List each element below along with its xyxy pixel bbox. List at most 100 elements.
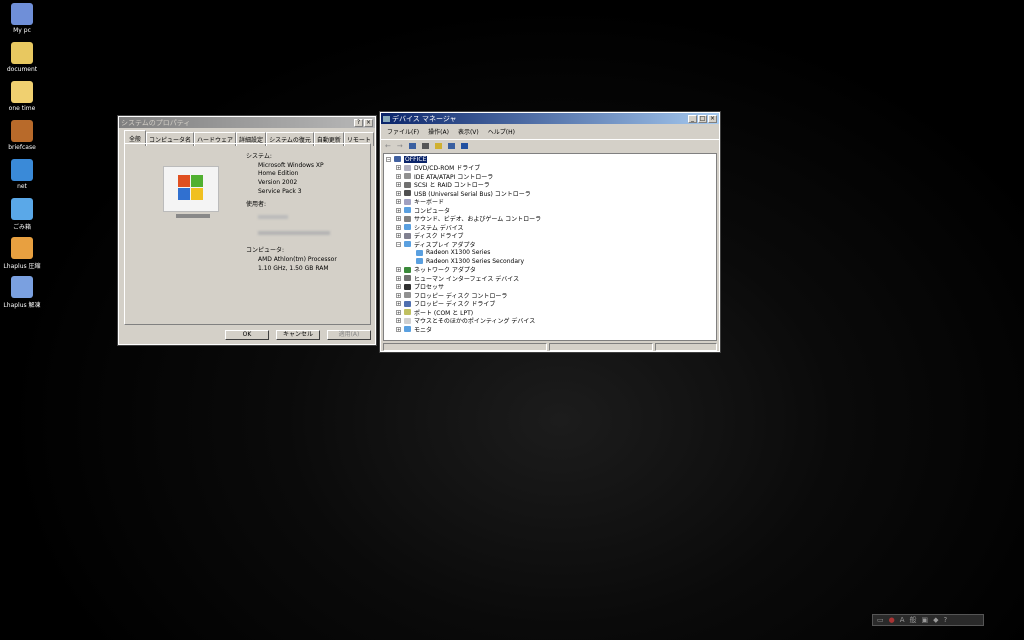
device-category-icon [404,292,411,298]
title-bar[interactable]: デバイス マネージャ _ □ × [381,113,719,124]
close-button[interactable]: × [708,114,717,123]
device-category[interactable]: − ディスプレイ アダプタ [396,240,476,249]
device-category[interactable]: + マウスとそのほかのポインティング デバイス [396,317,535,325]
status-bar [383,343,717,351]
device-category[interactable]: + ディスク ドライブ [396,232,464,240]
collapse-icon[interactable]: − [396,241,401,247]
device-category[interactable]: + コンピュータ [396,206,450,215]
back-icon[interactable]: ← [385,142,391,150]
expand-icon[interactable]: + [396,199,401,204]
computer-info-line: 1.10 GHz, 1.50 GB RAM [258,264,329,272]
menu-item[interactable]: 操作(A) [428,127,449,136]
device-category[interactable]: + ネットワーク アダプタ [396,266,476,274]
expand-icon[interactable]: + [396,284,401,289]
expand-icon[interactable]: + [396,207,401,213]
device-category-icon [404,224,411,230]
desktop-icon[interactable]: Lhaplus 圧縮 [0,237,44,270]
device-category[interactable]: + USB (Universal Serial Bus) コントローラ [396,189,531,198]
device-item[interactable]: Radeon X1300 Series Secondary [416,257,524,265]
desktop-icon-label: Lhaplus 圧縮 [3,263,41,270]
ime-icon[interactable]: ● [889,616,895,624]
expand-icon[interactable]: + [396,301,401,306]
properties-icon[interactable] [408,143,416,149]
expand-icon[interactable]: + [396,182,401,187]
device-item[interactable]: Radeon X1300 Series [416,249,490,257]
title-bar[interactable]: システムのプロパティ ? × [119,117,375,128]
device-category[interactable]: + フロッピー ディスク コントローラ [396,291,507,300]
device-category-icon [404,317,411,324]
device-category[interactable]: + フロッピー ディスク ドライブ [396,300,495,308]
maximize-button[interactable]: □ [698,114,707,123]
expand-icon[interactable]: + [396,326,401,332]
device-category[interactable]: + ポート (COM と LPT) [396,308,473,317]
desktop-icon[interactable]: briefcase [0,120,44,151]
device-category[interactable]: + プロセッサ [396,283,444,291]
window-title: システムのプロパティ [121,118,191,127]
language-bar[interactable]: ▭ ● A 般 ▣ ◆? [872,614,984,626]
help-icon[interactable] [434,143,442,149]
device-category[interactable]: + SCSI と RAID コントローラ [396,181,490,189]
tools-icon[interactable]: ◆ [933,616,938,624]
device-category-icon [404,266,411,273]
device-category[interactable]: + キーボード [396,198,444,206]
menu-item[interactable]: ファイル(F) [387,127,419,136]
product-id-blurred [258,231,330,236]
expand-icon[interactable]: + [396,216,401,221]
device-category[interactable]: + ヒューマン インターフェイス デバイス [396,274,519,283]
expand-icon[interactable]: + [396,233,401,238]
scan-hardware-icon[interactable] [460,143,468,149]
device-category-icon [404,198,411,205]
device-category-icon [404,164,411,171]
system-info-line: Microsoft Windows XP [258,161,324,169]
expand-icon[interactable]: + [396,224,401,230]
keyboard-icon[interactable]: ▭ [877,616,884,624]
computer-icon [11,3,33,25]
collapse-icon[interactable]: − [386,156,391,162]
tree-root[interactable]: − OFFICE [386,155,428,163]
device-category[interactable]: + システム デバイス [396,223,464,232]
briefcase-icon [11,120,33,142]
desktop-icon[interactable]: Lhaplus 解凍 [0,276,44,309]
print-icon[interactable] [421,143,429,149]
input-mode-icon[interactable]: A [900,616,905,624]
expand-icon[interactable]: + [396,173,401,179]
expand-icon[interactable]: + [396,318,401,323]
minimize-button[interactable]: _ [688,114,697,123]
desktop-icon[interactable]: ごみ箱 [0,198,44,231]
expand-icon[interactable]: + [396,275,401,281]
desktop-icon[interactable]: document [0,42,44,73]
windows-xp-logo [163,166,219,218]
cancel-button[interactable]: キャンセル [276,330,320,340]
forward-icon[interactable]: → [397,142,403,150]
expand-icon[interactable]: + [396,309,401,315]
conversion-mode-icon[interactable]: 般 [910,615,917,625]
desktop-icon[interactable]: net [0,159,44,190]
device-tree[interactable]: − OFFICE + DVD/CD-ROM ドライブ + IDE ATA/ATAPI コン… [383,153,717,341]
device-category-icon [404,173,411,179]
device-category[interactable]: + IDE ATA/ATAPI コントローラ [396,172,493,181]
desktop-icon-label: Lhaplus 解凍 [3,302,41,309]
ok-button[interactable]: OK [225,330,269,340]
system-info-line: Service Pack 3 [258,187,302,195]
view-icon[interactable] [447,143,455,149]
device-category[interactable]: + モニタ [396,325,432,334]
desktop-icon[interactable]: My pc [0,3,44,34]
system-info-line: Home Edition [258,170,299,178]
pad-icon[interactable]: ▣ [922,616,929,624]
menu-item[interactable]: ヘルプ(H) [488,127,515,136]
menu-item[interactable]: 表示(V) [458,127,479,136]
expand-icon[interactable]: + [396,190,401,196]
expand-icon[interactable]: + [396,165,401,170]
device-category[interactable]: + サウンド、ビデオ、およびゲーム コントローラ [396,215,541,223]
help-icon[interactable]: ? [944,616,948,624]
network-icon [11,159,33,181]
expand-icon[interactable]: + [396,267,401,272]
device-category[interactable]: + DVD/CD-ROM ドライブ [396,164,480,172]
expand-icon[interactable]: + [396,292,401,298]
device-manager-window: デバイス マネージャ _ □ × ファイル(F) 操作(A) 表示(V) ヘルプ(H)… [379,111,721,353]
apply-button[interactable]: 適用(A) [327,330,371,340]
device-category-icon [404,300,411,307]
close-button[interactable]: × [364,118,373,127]
desktop-icon[interactable]: one time [0,81,44,112]
help-button[interactable]: ? [354,118,363,127]
